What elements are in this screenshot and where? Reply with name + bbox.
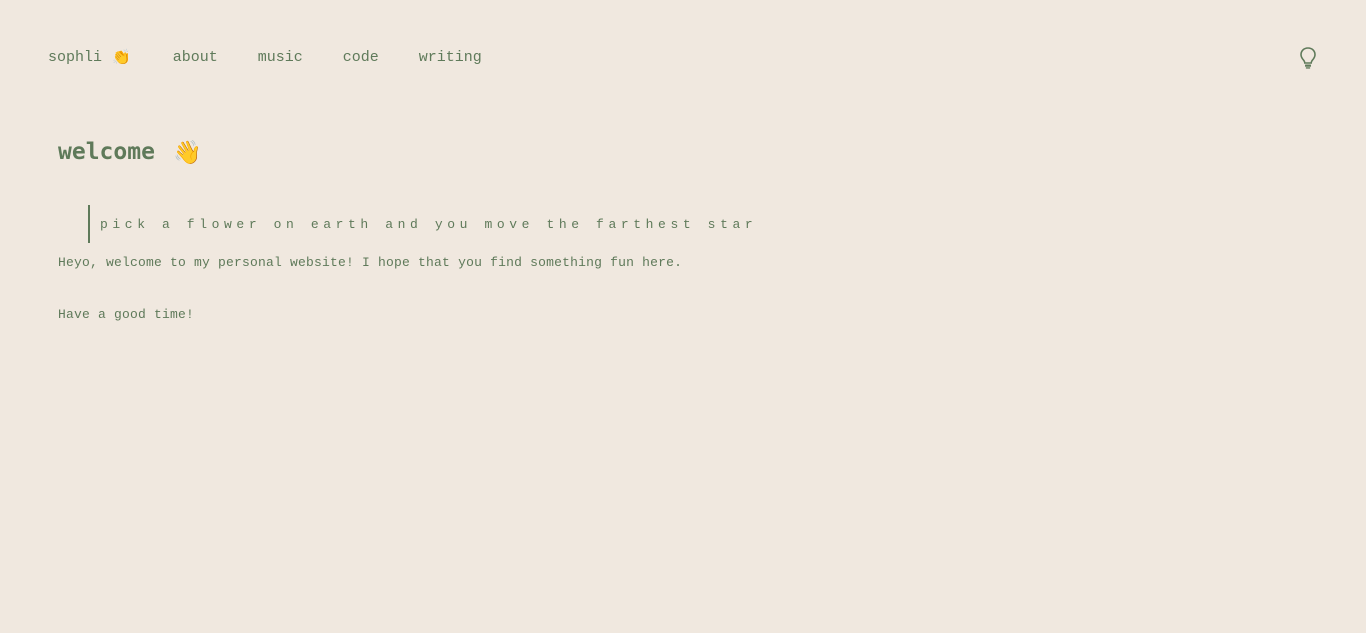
wave-emoji-icon: 👋 <box>172 139 202 166</box>
nav-link-about[interactable]: about <box>173 49 218 66</box>
closing-paragraph: Have a good time! <box>58 307 195 322</box>
page-title-text: welcome <box>58 139 155 165</box>
main-content: welcome 👋 <box>58 136 202 168</box>
nav-link-music[interactable]: music <box>258 49 303 66</box>
page-title: welcome 👋 <box>58 136 202 168</box>
top-nav: sophli 👏 about music code writing <box>48 48 522 67</box>
clap-emoji-icon: 👏 <box>112 50 131 67</box>
brand-name: sophli <box>48 49 103 66</box>
quote-block: pick a flower on earth and you move the … <box>88 205 757 243</box>
intro-paragraph: Heyo, welcome to my personal website! I … <box>58 255 683 270</box>
nav-link-writing[interactable]: writing <box>419 49 482 66</box>
nav-link-code[interactable]: code <box>343 49 379 66</box>
brand-link[interactable]: sophli 👏 <box>48 48 131 67</box>
theme-toggle-button[interactable] <box>1297 46 1319 70</box>
lightbulb-icon <box>1300 47 1316 69</box>
